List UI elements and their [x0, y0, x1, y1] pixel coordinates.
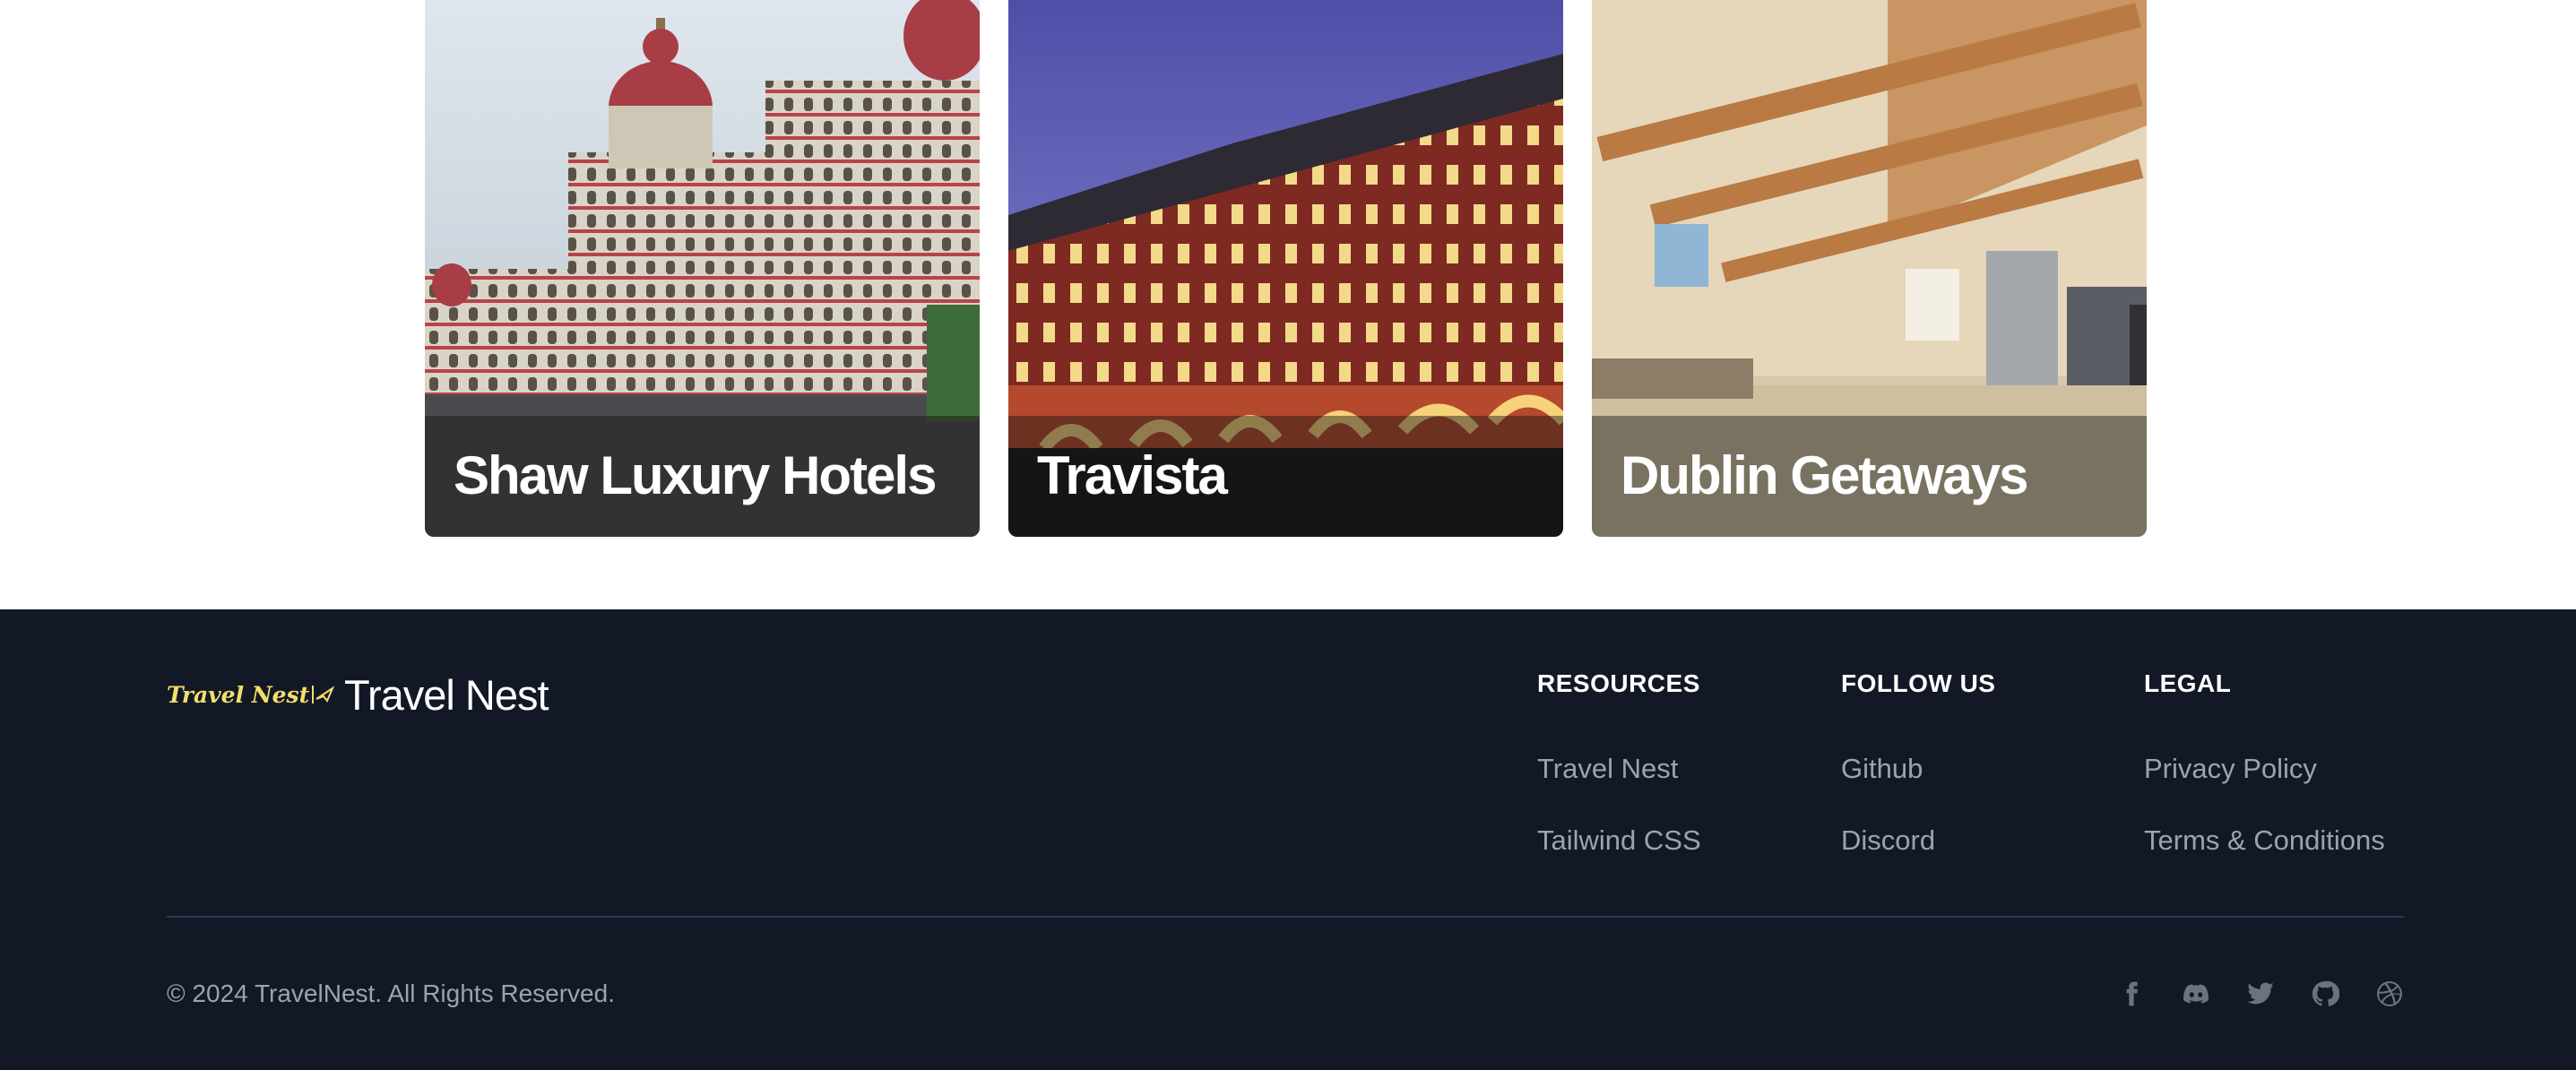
column-heading: FOLLOW US: [1841, 669, 1996, 697]
airplane-icon: [312, 686, 335, 703]
footer-column-resources: RESOURCES Travel Nest Tailwind CSS: [1537, 666, 1701, 856]
brand-name: Travel Nest: [344, 670, 549, 719]
footer-brand[interactable]: Travel Nest Travel Nest: [167, 663, 549, 726]
link-github[interactable]: Github: [1841, 751, 1923, 787]
link-privacy-policy[interactable]: Privacy Policy: [2144, 751, 2317, 787]
facebook-icon[interactable]: [2114, 976, 2149, 1012]
discord-icon[interactable]: [2178, 976, 2214, 1012]
link-tailwind-css[interactable]: Tailwind CSS: [1537, 823, 1701, 859]
column-heading: RESOURCES: [1537, 669, 1700, 697]
footer-column-follow-us: FOLLOW US Github Discord: [1841, 666, 1996, 856]
site-footer: Travel Nest Travel Nest RESOURCES Travel…: [0, 609, 2576, 1070]
hotel-cards-section: Shaw Luxury Hotels Travista Dublin Getaw…: [0, 0, 2576, 609]
hotel-card-shaw-luxury[interactable]: Shaw Luxury Hotels: [425, 0, 980, 537]
footer-divider: [167, 916, 2404, 918]
link-discord[interactable]: Discord: [1841, 823, 1935, 859]
twitter-icon[interactable]: [2243, 976, 2278, 1012]
card-title: Travista: [1037, 445, 1228, 505]
dribbble-icon[interactable]: [2372, 976, 2407, 1012]
hotel-card-travista[interactable]: Travista: [1008, 0, 1563, 537]
card-title: Shaw Luxury Hotels: [454, 445, 937, 505]
footer-column-legal: LEGAL Privacy Policy Terms & Conditions: [2144, 666, 2385, 856]
copyright-text: © 2024 TravelNest. All Rights Reserved.: [167, 979, 615, 1007]
travel-nest-logo: Travel Nest: [167, 663, 337, 726]
column-heading: LEGAL: [2144, 669, 2232, 697]
card-title: Dublin Getaways: [1621, 445, 2028, 505]
logo-text: Travel Nest: [167, 681, 310, 708]
github-icon[interactable]: [2307, 976, 2343, 1012]
hotel-card-dublin-getaways[interactable]: Dublin Getaways: [1592, 0, 2147, 537]
link-travel-nest[interactable]: Travel Nest: [1537, 751, 1678, 787]
link-terms-conditions[interactable]: Terms & Conditions: [2144, 823, 2385, 859]
